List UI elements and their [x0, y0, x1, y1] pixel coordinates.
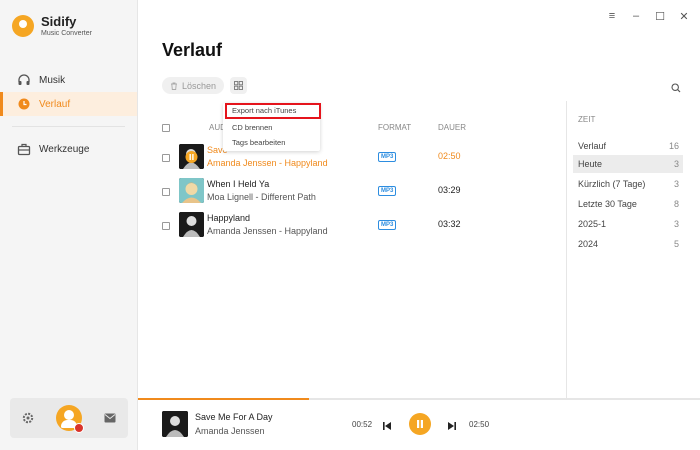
format-badge: MP3 [378, 220, 397, 230]
sidebar-divider [12, 126, 125, 127]
header-format: FORMAT [378, 123, 412, 132]
menu-icon[interactable]: ≡ [606, 10, 618, 23]
filter-count: 3 [673, 179, 679, 189]
menu-item-burn-cd[interactable]: CD brennen [228, 121, 318, 134]
sidebar-item-werkzeuge[interactable]: Werkzeuge [0, 137, 137, 161]
toolbar: Löschen [162, 77, 248, 94]
track-duration: 03:29 [438, 185, 461, 195]
sidebar-footer [10, 398, 128, 438]
row-checkbox[interactable] [162, 188, 170, 196]
avatar[interactable] [55, 405, 84, 433]
delete-button[interactable]: Löschen [162, 77, 225, 94]
format-badge: MP3 [378, 186, 397, 196]
row-checkbox[interactable] [162, 154, 170, 162]
minimize-icon[interactable]: – [630, 10, 642, 23]
notification-badge [73, 423, 84, 433]
filter-label: Kürzlich (7 Tage) [578, 179, 646, 189]
sidebar-item-label: Werkzeuge [39, 143, 90, 155]
filter-count: 3 [673, 159, 679, 169]
filter-count: 16 [668, 141, 679, 151]
gear-icon [23, 412, 34, 424]
options-menu: Export nach iTunes CD brennen Tags bearb… [223, 103, 321, 151]
pause-icon [417, 420, 423, 428]
sidebar: Sidify Music Converter Musik Verlauf Wer… [0, 0, 138, 450]
page-title: Verlauf [162, 40, 223, 60]
window-controls: ≡ – ☐ ✕ [606, 10, 690, 23]
time-panel-title: ZEIT [578, 115, 596, 124]
maximize-icon[interactable]: ☐ [654, 10, 666, 23]
current-time: 00:52 [352, 420, 373, 429]
table-header: AUD FORMAT DAUER [162, 121, 554, 135]
search-icon [671, 83, 681, 93]
headphones-icon [17, 73, 31, 87]
track-artist-album: Moa Lignell - Different Path [207, 192, 316, 202]
row-checkbox[interactable] [162, 222, 170, 230]
skip-next-icon [448, 422, 456, 430]
time-filter-item[interactable]: Kürzlich (7 Tage) 3 [573, 175, 683, 193]
filter-count: 3 [673, 219, 679, 229]
player-bar: Save Me For A Day Amanda Jenssen 00:52 0… [138, 398, 700, 450]
filter-label: Verlauf [578, 141, 607, 151]
sidebar-nav: Musik Verlauf Werkzeuge [0, 68, 137, 161]
filter-count: 5 [673, 239, 679, 249]
settings-button[interactable] [19, 409, 37, 427]
time-filter-panel: ZEIT Verlauf 16 Heute 3 Kürzlich (7 Tage) 3… [566, 101, 684, 398]
track-artist-album: Amanda Jenssen - Happyland [207, 226, 328, 236]
delete-label: Löschen [182, 80, 217, 91]
time-filter-item[interactable]: Verlauf 16 [573, 137, 683, 155]
menu-item-edit-tags[interactable]: Tags bearbeiten [228, 136, 318, 149]
toolbox-icon [17, 142, 31, 156]
filter-label: 2025-1 [578, 219, 607, 229]
app-subtitle: Music Converter [41, 30, 92, 37]
grid-icon [234, 81, 243, 90]
skip-previous-icon [383, 422, 391, 430]
menu-item-export-itunes[interactable]: Export nach iTunes [225, 103, 321, 119]
header-duration: DAUER [438, 123, 467, 132]
mail-icon [104, 413, 116, 423]
more-options-button[interactable] [230, 77, 248, 94]
now-playing-artist: Amanda Jenssen [195, 426, 265, 436]
album-cover [179, 212, 204, 237]
trash-icon [171, 82, 177, 90]
time-filter-item[interactable]: 2024 5 [573, 235, 683, 253]
filter-label: Heute [578, 159, 603, 169]
search-button[interactable] [671, 80, 681, 98]
format-badge: MP3 [378, 152, 397, 162]
track-duration: 02:50 [438, 151, 461, 161]
pause-button[interactable] [409, 413, 431, 435]
track-title: When I Held Ya [207, 179, 270, 189]
total-time: 02:50 [469, 420, 490, 429]
close-icon[interactable]: ✕ [678, 10, 690, 23]
app-name: Sidify [41, 14, 77, 29]
table-row[interactable]: When I Held Ya Moa Lignell - Different P… [162, 178, 554, 206]
sidebar-item-verlauf[interactable]: Verlauf [0, 92, 137, 116]
progress-fill [138, 398, 310, 400]
sidebar-item-label: Verlauf [39, 98, 71, 110]
track-duration: 03:32 [438, 219, 461, 229]
sidify-logo-icon [12, 15, 34, 37]
filter-label: 2024 [578, 239, 599, 249]
time-filter-item[interactable]: 2025-1 3 [573, 215, 683, 233]
table-row[interactable]: Save Amanda Jenssen - Happyland MP3 02:5… [162, 144, 554, 172]
sidebar-item-musik[interactable]: Musik [0, 68, 137, 92]
table-row[interactable]: Happyland Amanda Jenssen - Happyland MP3… [162, 212, 554, 240]
track-title: Happyland [207, 213, 251, 223]
track-artist-album: Amanda Jenssen - Happyland [207, 158, 328, 168]
time-filter-item[interactable]: Heute 3 [573, 155, 683, 173]
filter-label: Letzte 30 Tage [578, 199, 637, 209]
now-playing-cover [162, 411, 188, 437]
album-cover [179, 178, 204, 203]
previous-button[interactable] [382, 418, 392, 436]
album-cover [179, 144, 204, 169]
brand: Sidify Music Converter [12, 14, 92, 39]
now-playing-title: Save Me For A Day [195, 412, 273, 422]
clock-icon [17, 97, 31, 111]
sidebar-item-label: Musik [39, 74, 66, 86]
time-filter-item[interactable]: Letzte 30 Tage 8 [573, 195, 683, 213]
next-button[interactable] [447, 418, 457, 436]
mail-button[interactable] [101, 409, 119, 427]
select-all-checkbox[interactable] [162, 124, 170, 132]
progress-bar[interactable] [138, 398, 700, 400]
filter-count: 8 [673, 199, 679, 209]
